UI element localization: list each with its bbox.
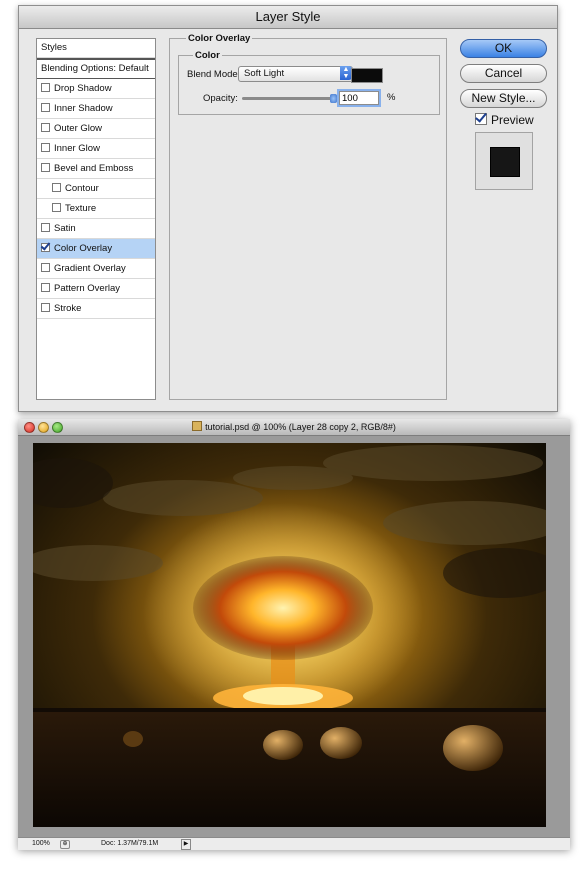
style-item-label: Drop Shadow (54, 83, 112, 94)
document-canvas[interactable] (33, 443, 546, 827)
style-checkbox[interactable] (52, 203, 61, 212)
style-checkbox[interactable] (41, 163, 50, 172)
style-item[interactable]: Outer Glow (37, 119, 155, 139)
style-checkbox[interactable] (41, 103, 50, 112)
color-group: Color Blend Mode: Soft Light ▲ ▼ Opacity:… (178, 50, 440, 115)
style-preview (475, 132, 533, 190)
styles-list: Styles Blending Options: Default Drop Sh… (36, 38, 156, 400)
style-item[interactable]: Stroke (37, 299, 155, 319)
style-item-label: Pattern Overlay (54, 283, 120, 294)
cancel-button[interactable]: Cancel (460, 64, 547, 83)
style-checkbox[interactable] (41, 83, 50, 92)
document-title: tutorial.psd @ 100% (Layer 28 copy 2, RG… (205, 422, 396, 432)
psd-file-icon (192, 421, 203, 431)
style-item-label: Gradient Overlay (54, 263, 126, 274)
zoom-button[interactable] (52, 422, 63, 433)
preview-checkbox-box[interactable] (475, 113, 487, 125)
style-checkbox[interactable] (41, 283, 50, 292)
style-item-label: Texture (65, 203, 97, 214)
style-checkbox[interactable] (52, 183, 61, 192)
layer-style-dialog: Layer Style Styles Blending Options: Def… (18, 5, 558, 412)
blend-mode-value: Soft Light (244, 68, 285, 79)
style-item[interactable]: Drop Shadow (37, 79, 155, 99)
opacity-slider[interactable] (242, 94, 337, 103)
color-overlay-panel: Color Overlay Color Blend Mode: Soft Lig… (169, 33, 447, 400)
status-bar: 100% ⊕ Doc: 1.37M/79.1M ▶ (18, 837, 570, 850)
zoom-icon[interactable]: ⊕ (60, 840, 70, 849)
style-checkbox[interactable] (41, 243, 50, 252)
new-style-button[interactable]: New Style... (460, 89, 547, 108)
style-item[interactable]: Bevel and Emboss (37, 159, 155, 179)
document-titlebar[interactable]: tutorial.psd @ 100% (Layer 28 copy 2, RG… (18, 419, 570, 436)
style-item-label: Stroke (54, 303, 82, 314)
style-item-label: Satin (54, 223, 76, 234)
preview-label: Preview (491, 113, 534, 127)
zoom-level[interactable]: 100% (32, 838, 50, 850)
style-item[interactable]: Pattern Overlay (37, 279, 155, 299)
status-menu-arrow-icon[interactable]: ▶ (181, 839, 191, 850)
style-item[interactable]: Color Overlay (37, 239, 155, 259)
style-item-label: Outer Glow (54, 123, 103, 134)
style-item-label: Inner Shadow (54, 103, 113, 114)
styles-header[interactable]: Styles (37, 39, 155, 58)
style-item[interactable]: Gradient Overlay (37, 259, 155, 279)
document-size: Doc: 1.37M/79.1M (101, 840, 159, 847)
explosion-image (33, 443, 546, 827)
opacity-label: Opacity: (203, 93, 238, 104)
blend-mode-label: Blend Mode: (187, 69, 241, 80)
blending-options-item[interactable]: Blending Options: Default (37, 58, 155, 79)
close-button[interactable] (24, 422, 35, 433)
document-window: tutorial.psd @ 100% (Layer 28 copy 2, RG… (18, 419, 570, 850)
style-item[interactable]: Contour (37, 179, 155, 199)
style-item-label: Bevel and Emboss (54, 163, 134, 174)
style-checkbox[interactable] (41, 123, 50, 132)
ok-button[interactable]: OK (460, 39, 547, 58)
preview-checkbox[interactable]: Preview (475, 113, 534, 127)
preview-swatch (490, 147, 520, 177)
style-item-label: Contour (65, 183, 99, 194)
style-checkbox[interactable] (41, 223, 50, 232)
opacity-input[interactable] (339, 91, 379, 105)
dialog-title: Layer Style (19, 6, 557, 29)
style-checkbox[interactable] (41, 263, 50, 272)
style-item[interactable]: Satin (37, 219, 155, 239)
percent-unit: % (387, 92, 396, 103)
blend-mode-select[interactable]: Soft Light ▲ ▼ (238, 66, 353, 82)
style-item[interactable]: Inner Shadow (37, 99, 155, 119)
minimize-button[interactable] (38, 422, 49, 433)
style-item-label: Color Overlay (54, 243, 113, 254)
opacity-slider-thumb[interactable] (330, 94, 337, 103)
overlay-color-swatch[interactable] (351, 68, 383, 83)
color-group-title: Color (193, 50, 222, 61)
style-item[interactable]: Texture (37, 199, 155, 219)
style-checkbox[interactable] (41, 303, 50, 312)
style-item-label: Inner Glow (54, 143, 100, 154)
style-checkbox[interactable] (41, 143, 50, 152)
panel-title: Color Overlay (186, 33, 253, 44)
style-item[interactable]: Inner Glow (37, 139, 155, 159)
